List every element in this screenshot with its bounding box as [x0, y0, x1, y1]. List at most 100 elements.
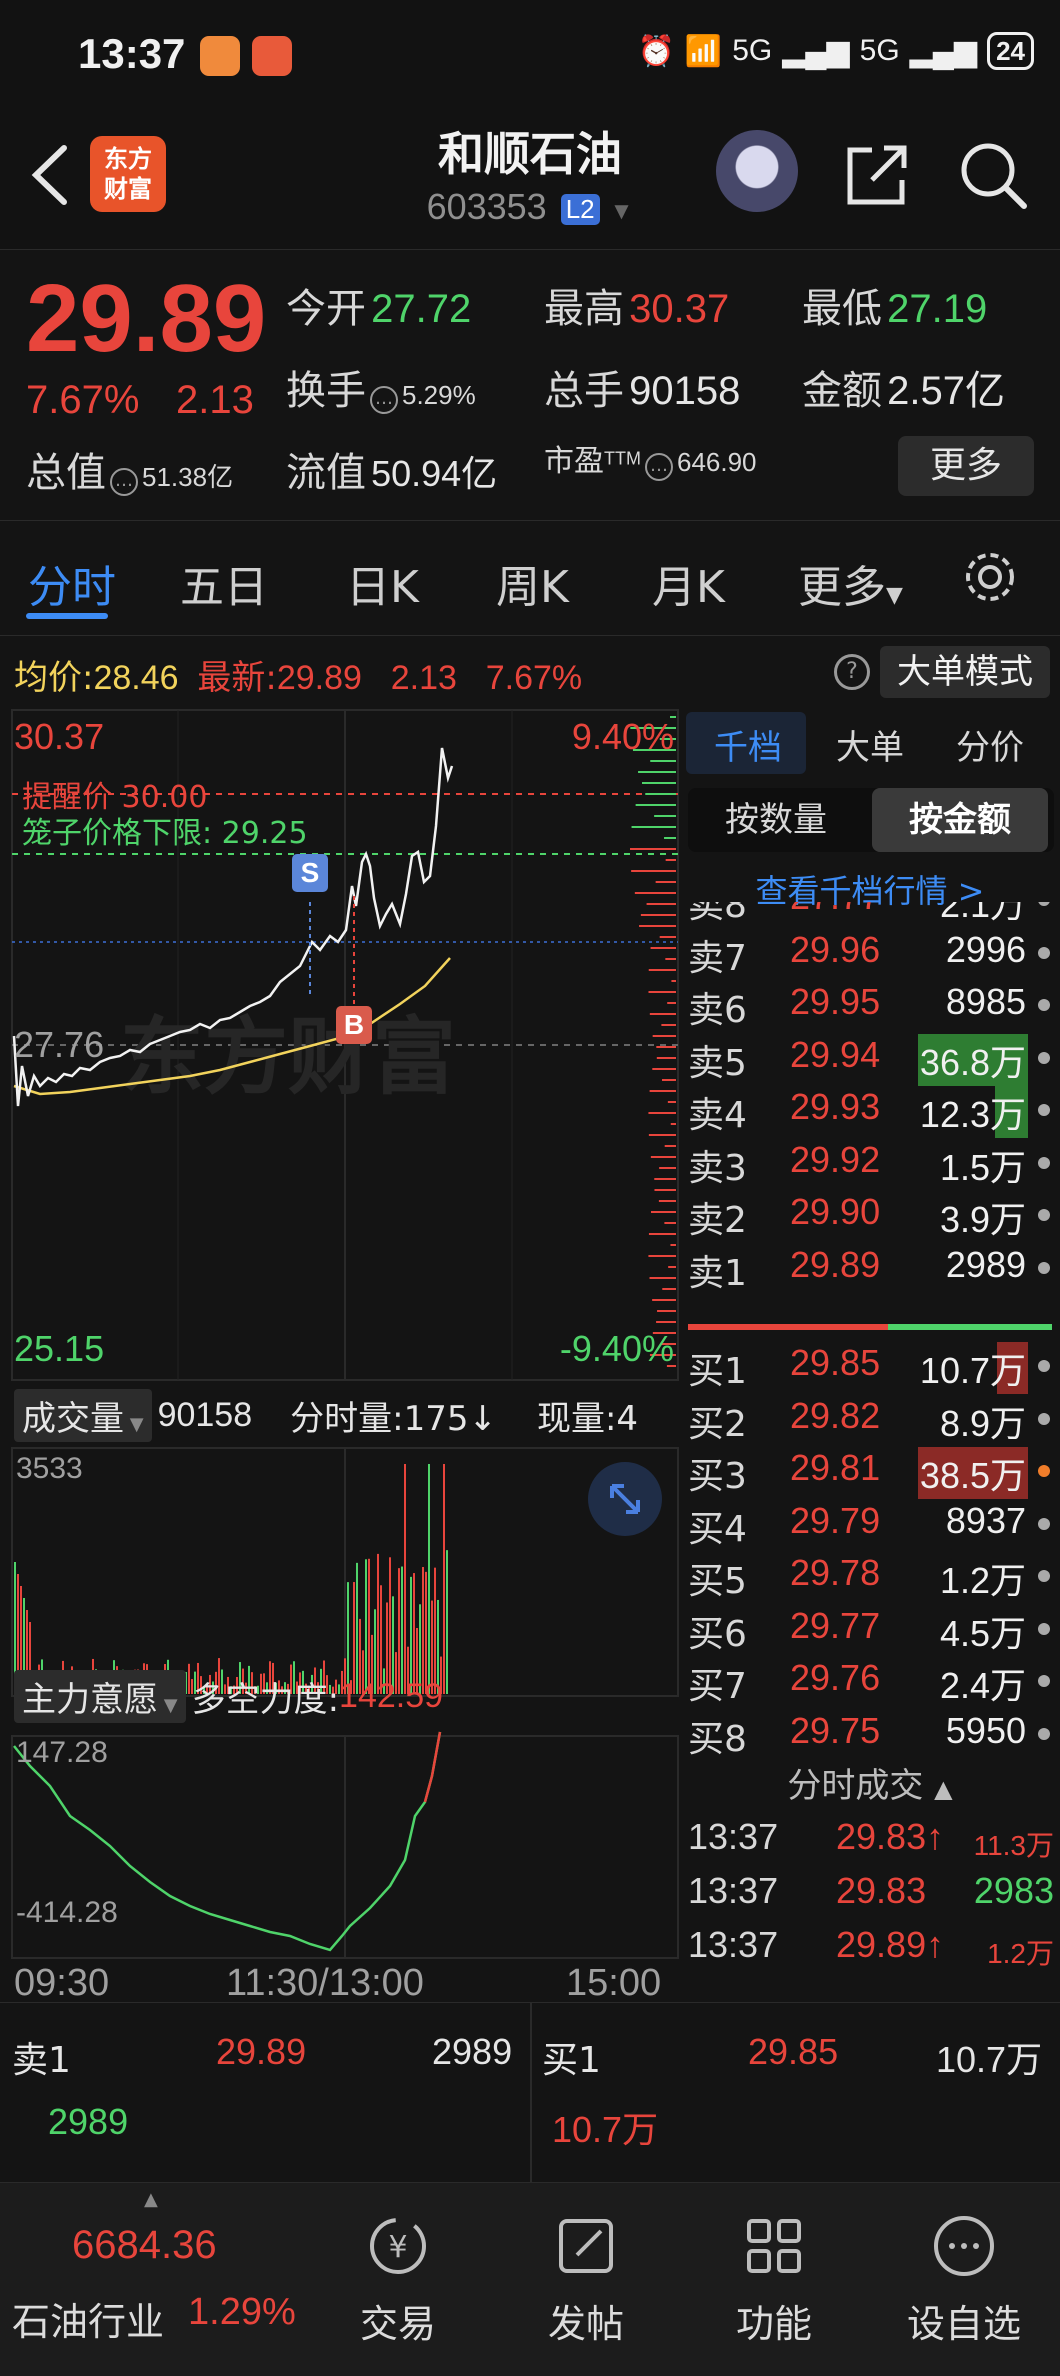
- order-book-row[interactable]: 卖3 29.92 1.5万: [680, 1139, 1060, 1191]
- expand-icon[interactable]: [588, 1462, 662, 1536]
- order-book-row[interactable]: 卖4 29.93 12.3万: [680, 1086, 1060, 1138]
- sell-marker-label: S: [301, 857, 320, 888]
- order-book-row[interactable]: 卖5 29.94 36.8万: [680, 1033, 1060, 1086]
- search-icon[interactable]: [956, 138, 1030, 212]
- by-amount-toggle[interactable]: 按金额: [872, 788, 1048, 852]
- grid-icon: [747, 2219, 801, 2273]
- depth-bars: [630, 716, 676, 1367]
- latest-change: 2.13: [390, 659, 457, 697]
- tab-price-dist[interactable]: 分价: [956, 720, 1024, 769]
- level-dot: [1038, 1412, 1050, 1425]
- trade-volume: 2983: [973, 1870, 1054, 1911]
- float-value: 50.94亿: [371, 453, 498, 494]
- nav-functions[interactable]: 功能: [694, 2211, 854, 2348]
- depth-bar: [646, 903, 676, 905]
- industry-index[interactable]: ▲ 6684.36 石油行业 1.29%: [0, 2183, 330, 2376]
- tab-daily-k[interactable]: 日K: [346, 551, 419, 615]
- index-name: 石油行业: [12, 2300, 165, 2344]
- info-icon[interactable]: …: [110, 467, 138, 496]
- tab-weekly-k[interactable]: 周K: [496, 551, 569, 615]
- depth-bar: [670, 1123, 676, 1125]
- level-volume: 8985: [945, 981, 1026, 1022]
- order-book-row[interactable]: 买6 29.77 4.5万: [680, 1605, 1060, 1657]
- order-book-row[interactable]: 买1 29.85 10.7万: [680, 1342, 1060, 1394]
- volume-selector[interactable]: 成交量 ▼: [14, 1388, 152, 1442]
- trade-volume: 1.2万: [987, 1938, 1054, 1969]
- order-book-row[interactable]: 买5 29.78 1.2万: [680, 1552, 1060, 1604]
- tab-depth[interactable]: 千档: [714, 720, 782, 769]
- order-book-row[interactable]: 买3 29.81 38.5万: [680, 1447, 1060, 1499]
- big-order-mode-button[interactable]: 大单模式: [880, 646, 1050, 698]
- ask-list: 卖8 27.77 2.1万卖7 29.96 2996 卖6 29.95 8985 卖5 29.94…: [680, 902, 1060, 1332]
- volume-header: 成交量 ▼ 90158 分时量:175↓ 现量:4: [14, 1388, 638, 1442]
- trade-price: 29.89↑: [836, 1924, 945, 1965]
- order-book-row[interactable]: 卖6 29.95 8985: [680, 981, 1060, 1033]
- info-icon[interactable]: …: [644, 452, 673, 481]
- trade-time: 13:37: [688, 1870, 779, 1911]
- trades-label: 分时成交: [787, 1766, 924, 1806]
- tab-more[interactable]: 更多▼: [798, 551, 903, 615]
- depth-bar: [645, 793, 676, 795]
- volume-value: 90158: [629, 369, 741, 413]
- level-dot: [1038, 1051, 1050, 1064]
- level-volume: 2.4万: [939, 1665, 1026, 1706]
- help-icon[interactable]: ?: [834, 654, 870, 690]
- nav-trade[interactable]: ¥ 交易: [318, 2211, 478, 2348]
- level-label: 买7: [688, 1666, 747, 1707]
- depth-bar: [659, 936, 676, 938]
- ask1-sub-volume: 2989: [48, 2101, 129, 2142]
- avg-price-info: 均价:28.46 最新:29.89 2.13 7.67%: [14, 650, 582, 699]
- level-volume: 2996: [945, 928, 1026, 970]
- depth-bar: [667, 1101, 676, 1103]
- order-book-row[interactable]: 买4 29.79 8937: [680, 1500, 1060, 1552]
- volume-total: 90158: [157, 1395, 253, 1434]
- level-volume: 1.5万: [939, 1146, 1026, 1188]
- ai-assistant-icon[interactable]: [716, 130, 798, 212]
- tab-big-orders[interactable]: 大单: [836, 720, 904, 769]
- volume-label: 总手: [544, 368, 624, 414]
- order-book-row[interactable]: 卖8 27.77 2.1万: [680, 902, 1060, 928]
- level-dot: [1038, 1209, 1050, 1221]
- mktcap-label: 总值: [26, 450, 106, 496]
- tab-five-day[interactable]: 五日: [180, 551, 268, 615]
- level-label: 卖4: [688, 1095, 747, 1136]
- order-book-row[interactable]: 买8 29.75 5950: [680, 1710, 1060, 1762]
- bid1-price: 29.85: [748, 2031, 839, 2072]
- trades-header[interactable]: 分时成交 ▲: [680, 1758, 1060, 1807]
- depth-bar: [634, 892, 676, 894]
- nav-trade-label: 交易: [359, 2302, 436, 2346]
- gear-icon[interactable]: [960, 547, 1020, 607]
- nav-post[interactable]: 发帖: [506, 2211, 666, 2348]
- time-start: 09:30: [14, 1962, 110, 2004]
- chart-tabs: 分时 五日 日K 周K 月K 更多▼: [0, 520, 1060, 636]
- edit-icon: [559, 2219, 613, 2273]
- order-book-row[interactable]: 卖2 29.90 3.9万: [680, 1191, 1060, 1243]
- info-icon[interactable]: …: [370, 385, 398, 414]
- force-selector[interactable]: 主力意愿 ▼: [14, 1669, 186, 1723]
- tab-intraday[interactable]: 分时: [28, 551, 116, 615]
- more-button[interactable]: 更多: [898, 436, 1034, 496]
- depth-bar: [665, 859, 676, 861]
- avg-price-bar: 均价:28.46 最新:29.89 2.13 7.67% ? 大单模式: [0, 636, 1060, 706]
- nav-add-watchlist[interactable]: 设自选: [884, 2211, 1044, 2348]
- order-book-row[interactable]: 买2 29.82 8.9万: [680, 1395, 1060, 1447]
- mktcap-stat: 总值… 51.38亿: [26, 440, 233, 498]
- depth-bar: [652, 1299, 676, 1301]
- level-volume: 1.2万: [939, 1560, 1026, 1601]
- by-quantity-toggle[interactable]: 按数量: [688, 788, 864, 852]
- intraday-chart[interactable]: 东方财富 S B 30.37 9.40% 提醒价 30.00 笼子价格下限: 2…: [0, 706, 680, 2006]
- share-icon[interactable]: [842, 140, 912, 210]
- force-metric-value: 142.59: [339, 1676, 444, 1715]
- depth-bar: [631, 826, 676, 828]
- order-book-row[interactable]: 买7 29.76 2.4万: [680, 1657, 1060, 1709]
- y-max-price: 30.37: [14, 716, 105, 757]
- tab-monthly-k[interactable]: 月K: [652, 551, 725, 615]
- order-book-row[interactable]: 卖1 29.89 2989: [680, 1244, 1060, 1296]
- low-label: 最低: [802, 286, 882, 332]
- level-price: 29.92: [790, 1138, 881, 1180]
- level-volume: 36.8万: [917, 1033, 1028, 1086]
- level-dot: [1038, 1261, 1050, 1274]
- depth-bar: [649, 1090, 676, 1092]
- order-book-row[interactable]: 卖7 29.96 2996: [680, 929, 1060, 981]
- trade-price: 29.83: [836, 1870, 927, 1911]
